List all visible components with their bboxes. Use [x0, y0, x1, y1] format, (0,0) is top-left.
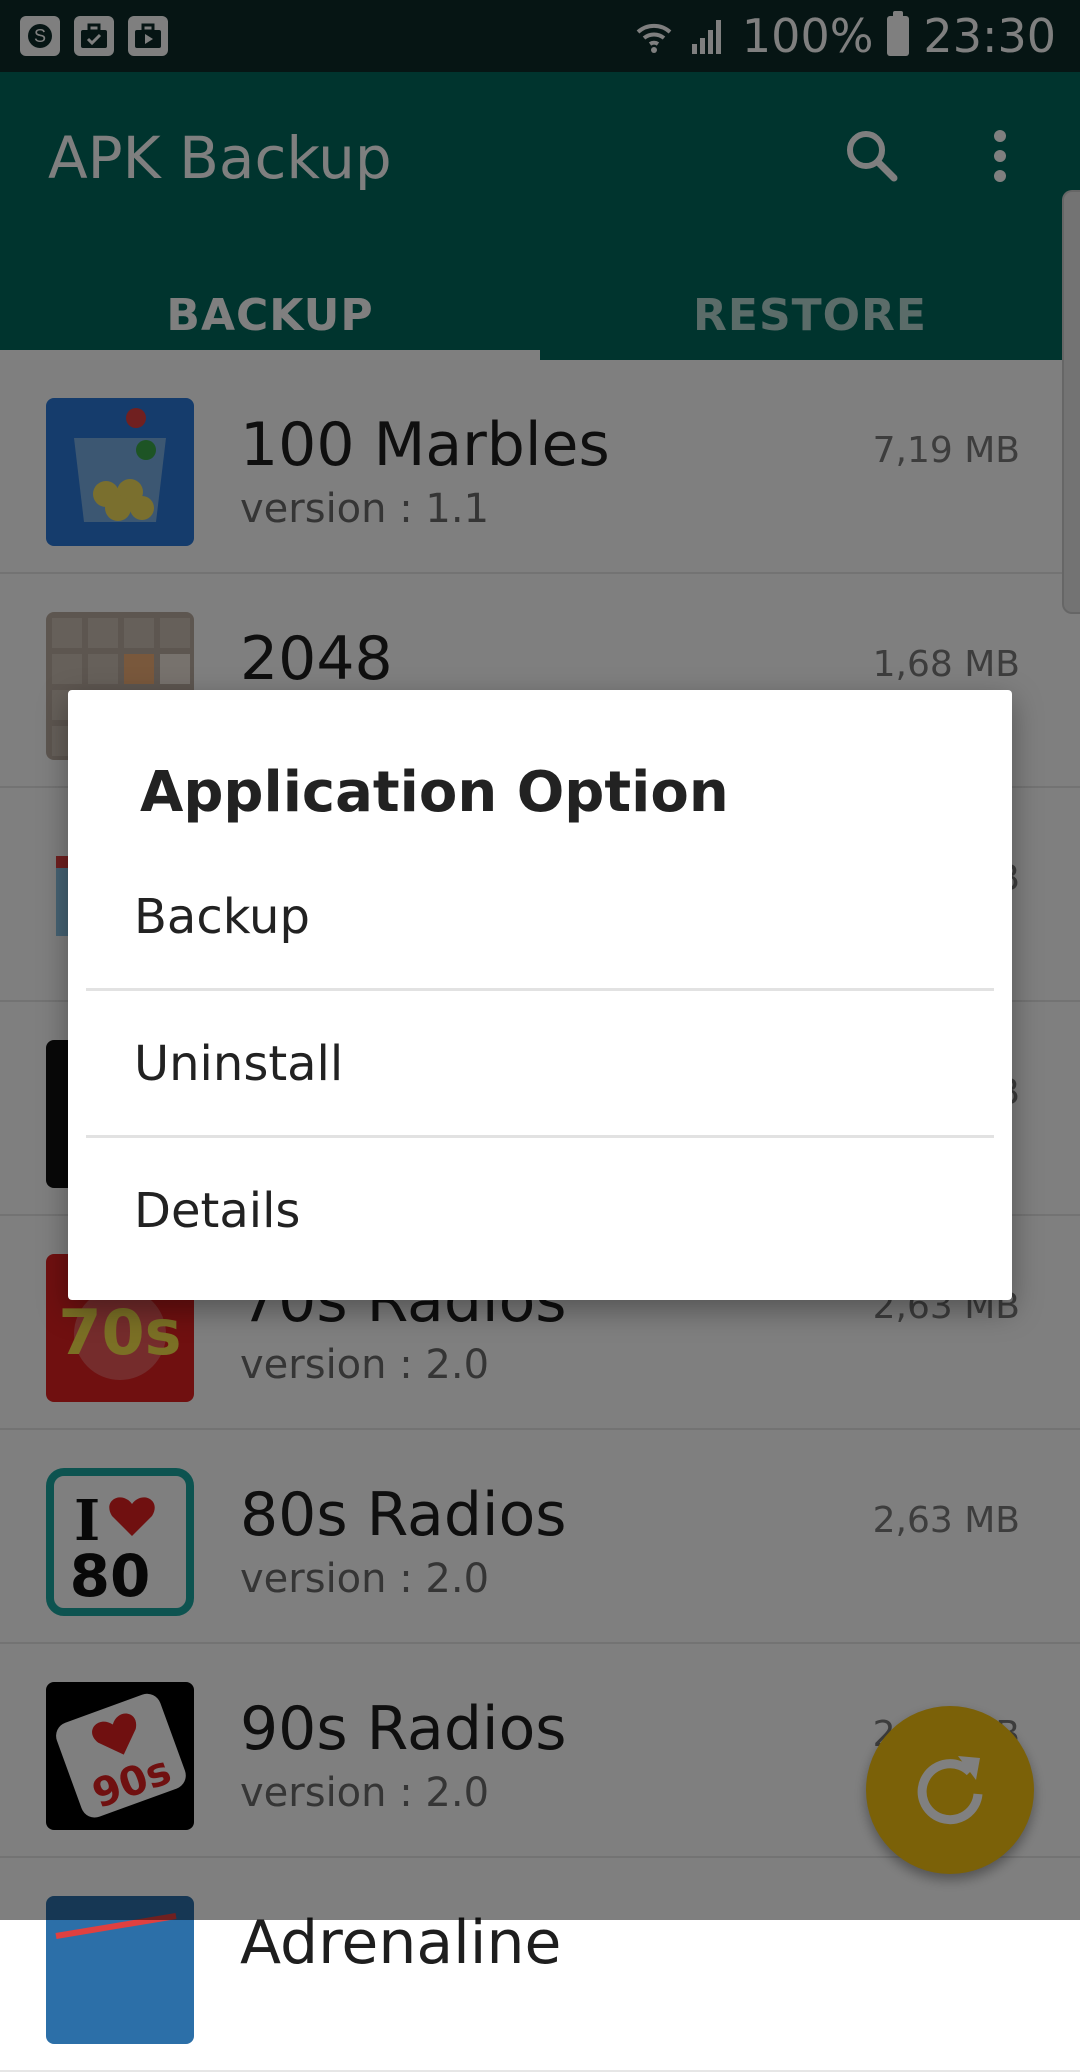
option-uninstall[interactable]: Uninstall [86, 991, 994, 1137]
refresh-fab[interactable] [866, 1706, 1034, 1874]
dialog-title: Application Option [140, 760, 729, 825]
option-backup[interactable]: Backup [86, 844, 994, 990]
option-details[interactable]: Details [86, 1138, 994, 1284]
application-option-dialog: Application Option Backup Uninstall Deta… [68, 690, 1012, 1300]
refresh-icon [917, 1756, 983, 1825]
